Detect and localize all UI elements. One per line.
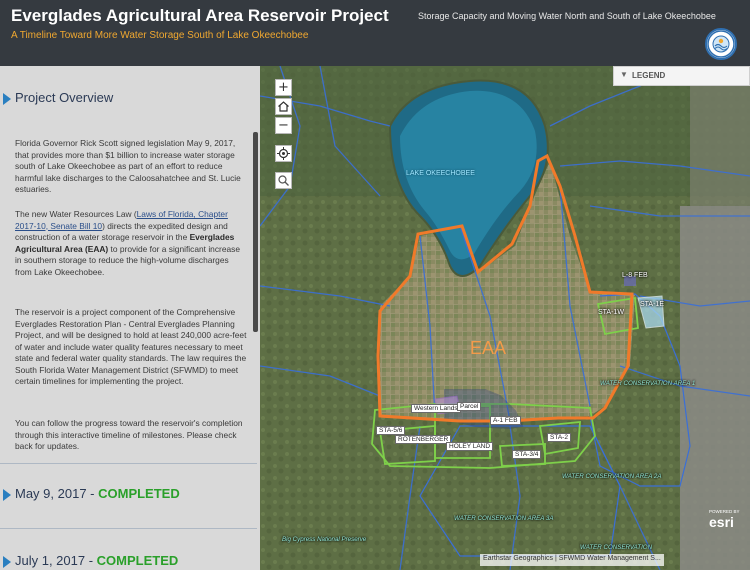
sta-1w-label: STA-1W [598,309,624,316]
sta-2-label: STA-2 [547,433,571,442]
wca1-label: WATER CONSERVATION AREA 1 [600,380,696,387]
western-lands-label: Western Lands [411,404,461,413]
lake-okeechobee-label: LAKE OKEECHOBEE [406,170,475,177]
rotenberger-label: ROTENBERGER [395,435,452,444]
milestone-label: July 1, 2017 - COMPLETED [15,553,178,568]
milestone-status: COMPLETED [96,553,179,568]
divider [0,463,257,464]
parcel-label: Parcel [457,402,482,411]
milestone-july-1-2017[interactable]: July 1, 2017 - COMPLETED [0,549,257,570]
overview-paragraph-1: Florida Governor Rick Scott signed legis… [15,138,241,194]
home-button[interactable] [275,98,292,115]
zoom-out-button[interactable]: − [275,117,292,134]
search-button[interactable] [275,172,292,189]
home-icon [278,101,289,112]
milestone-date: May 9, 2017 - [15,486,99,501]
chevron-down-icon: ▼ [620,70,628,79]
search-icon [278,175,289,186]
holey-land-label: HOLEY LAND [446,442,494,451]
sta-5-6-label: STA-5/6 [376,426,406,435]
overview-paragraph-2: The new Water Resources Law (Laws of Flo… [15,209,247,278]
satellite-map-graphic [260,66,750,570]
l8-feb-label: L-8 FEB [622,272,648,279]
big-cypress-label: Big Cypress National Preserve [282,536,367,543]
text-span: The new Water Resources Law ( [15,209,137,219]
app-title: Everglades Agricultural Area Reservoir P… [11,6,389,25]
zoom-in-button[interactable]: + [275,79,292,96]
legend-toggle[interactable]: ▼ LEGEND [613,66,750,86]
chevron-right-icon [3,489,11,501]
legend-label: LEGEND [632,71,666,80]
eaa-label: EAA [470,338,507,358]
divider [0,528,257,529]
wca2a-label: WATER CONSERVATION AREA 2A [562,473,662,480]
map-attribution[interactable]: Earthstar Geographics | SFWMD Water Mana… [480,554,664,566]
milestone-may-9-2017[interactable]: May 9, 2017 - COMPLETED [0,482,257,508]
wca3b-label: WATER CONSERVATION [580,544,653,551]
sfwmd-seal-logo[interactable] [705,28,737,60]
a1-feb-label: A-1 FEB [490,416,521,425]
locate-button[interactable] [275,145,292,162]
milestone-label: May 9, 2017 - COMPLETED [15,486,180,501]
map-view[interactable]: + − ▼ LEGEND LAKE OKEECHOBEE EAA L-8 FEB… [260,66,750,570]
sta-1e-label: STA-1E [640,301,664,308]
sta-3-4-label: STA-3/4 [512,450,542,459]
wca3a-label: WATER CONSERVATION AREA 3A [454,515,554,522]
overview-paragraph-3: The reservoir is a project component of … [15,307,247,386]
esri-logo[interactable]: esri [709,514,734,530]
app-header: Everglades Agricultural Area Reservoir P… [0,0,750,66]
section-project-overview[interactable]: Project Overview [0,86,257,112]
overview-paragraph-4: You can follow the progress toward the r… [15,418,243,451]
story-panel: Project Overview Florida Governor Rick S… [0,66,260,570]
chevron-right-icon [3,556,11,568]
story-tab[interactable]: Storage Capacity and Moving Water North … [418,11,716,21]
milestone-date: July 1, 2017 - [15,553,97,568]
milestone-status: COMPLETED [98,486,180,501]
chevron-right-icon [3,93,11,105]
locate-icon [277,147,290,160]
panel-scrollbar[interactable] [253,132,258,332]
app-subtitle: A Timeline Toward More Water Storage Sou… [11,30,309,41]
section-title: Project Overview [15,90,114,105]
